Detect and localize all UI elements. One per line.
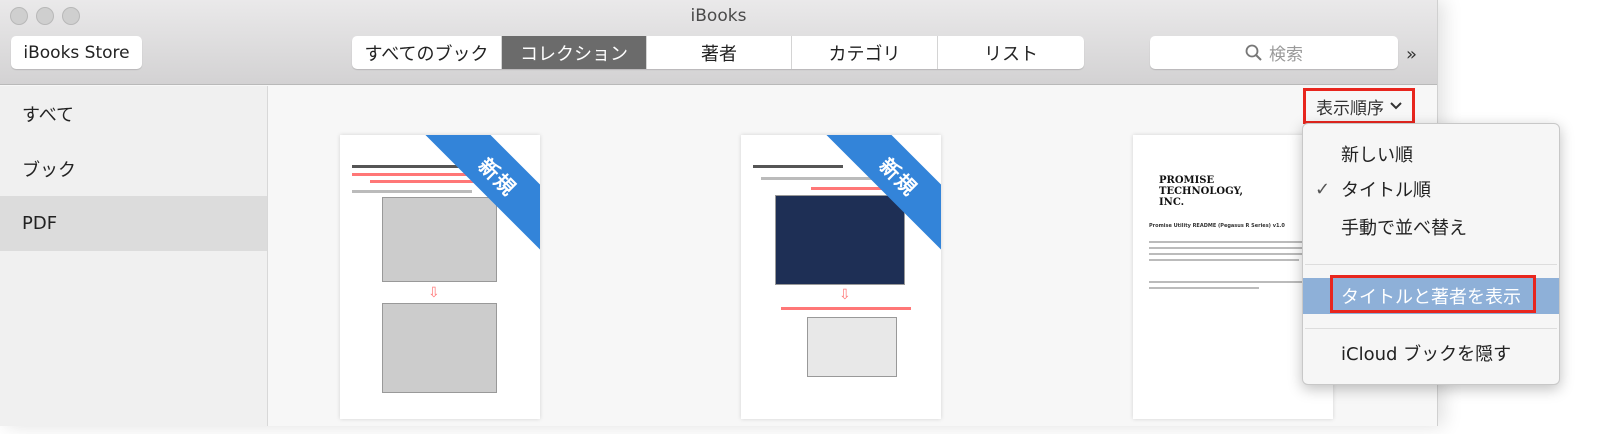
menu-separator (1305, 328, 1557, 329)
promise-logo: PROMISE TECHNOLOGY, INC. (1159, 175, 1243, 208)
tab-categories[interactable]: カテゴリ (792, 36, 938, 69)
title-bar: iBooks iBooks Store すべてのブック コレクション 著者 カテ… (0, 0, 1437, 85)
sidebar-item-books[interactable]: ブック (0, 141, 267, 196)
menu-separator (1305, 264, 1557, 265)
chevron-down-icon (1390, 102, 1402, 110)
tab-collections[interactable]: コレクション (502, 36, 647, 69)
search-input[interactable]: 検索 (1150, 36, 1398, 69)
tab-lists[interactable]: リスト (938, 36, 1084, 69)
menu-item-hide-icloud-books[interactable]: iCloud ブックを隠す (1303, 336, 1559, 370)
ibooks-store-button[interactable]: iBooks Store (11, 36, 142, 69)
sidebar-item-pdf[interactable]: PDF (0, 196, 267, 251)
search-placeholder: 検索 (1269, 45, 1303, 65)
library-segmented-control: すべてのブック コレクション 著者 カテゴリ リスト (352, 36, 1084, 69)
sidebar-item-all[interactable]: すべて (0, 86, 267, 141)
window-title: iBooks (690, 6, 747, 26)
search-icon (1245, 44, 1262, 61)
menu-item-label: 手動で並べ替え (1341, 218, 1467, 239)
menu-item-label: iCloud ブックを隠す (1341, 344, 1512, 365)
sort-label: 表示順序 (1316, 98, 1384, 119)
menu-item-newest[interactable]: 新しい順 (1303, 137, 1559, 171)
menu-item-label: タイトル順 (1341, 180, 1431, 201)
sort-menu: 新しい順 ✓ タイトル順 手動で並べ替え タイトルと著者を表示 iCloud ブッ… (1302, 123, 1560, 385)
tab-all-books[interactable]: すべてのブック (352, 36, 502, 69)
checkmark-icon: ✓ (1315, 178, 1331, 200)
menu-item-manual-sort[interactable]: 手動で並べ替え (1303, 210, 1559, 244)
tab-authors[interactable]: 著者 (647, 36, 792, 69)
book-thumbnail[interactable]: ⇩ 新規 (340, 135, 540, 419)
book-thumbnail[interactable]: ⇩ 新規 (741, 135, 941, 419)
sidebar: すべて ブック PDF (0, 86, 268, 426)
menu-item-label: 新しい順 (1341, 145, 1413, 166)
highlight-annotation-box (1330, 275, 1536, 313)
book-heading: Promise Utility README (Pegasus R Series… (1149, 223, 1285, 229)
ibooks-window: iBooks iBooks Store すべてのブック コレクション 著者 カテ… (0, 0, 1438, 426)
menu-item-title-order[interactable]: ✓ タイトル順 (1303, 172, 1559, 206)
toolbar-overflow-icon[interactable]: » (1406, 44, 1417, 65)
sort-order-button[interactable]: 表示順序 (1303, 88, 1415, 124)
